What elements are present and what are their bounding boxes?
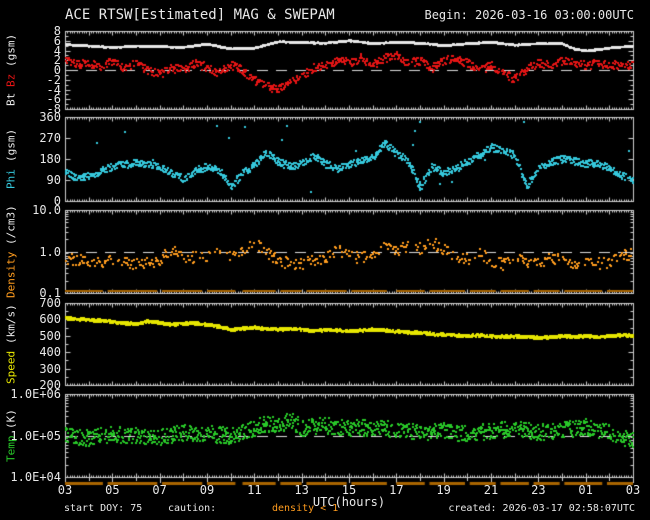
x-tick-label: 05 xyxy=(105,483,120,497)
y-tick-label: 1.0E+05 xyxy=(10,428,61,443)
begin-timestamp: Begin: 2026-03-16 03:00:00UTC xyxy=(424,8,634,22)
plot-canvas xyxy=(0,0,650,520)
x-tick-label: 19 xyxy=(436,483,451,497)
y-tick-label: 180 xyxy=(39,152,61,166)
x-tick-label: 03 xyxy=(625,483,641,497)
x-tick-label: 07 xyxy=(152,483,167,497)
x-tick-label: 15 xyxy=(341,483,357,497)
y-tick-label: 360 xyxy=(39,110,61,124)
y-tick-label: 600 xyxy=(39,312,61,327)
y-tick-label: 700 xyxy=(39,296,61,310)
x-tick-label: 23 xyxy=(531,483,546,497)
x-tick-label: 13 xyxy=(294,483,309,497)
x-tick-label: 01 xyxy=(578,483,593,497)
start-doy-label: start DOY: 75 xyxy=(64,503,143,514)
x-tick-label: 09 xyxy=(199,483,215,497)
x-tick-label: 17 xyxy=(389,483,404,497)
plot-title: ACE RTSW[Estimated] MAG & SWEPAM xyxy=(65,7,335,23)
x-tick-label: 21 xyxy=(483,483,499,497)
y-tick-label: 10.0 xyxy=(32,203,61,217)
y-axis-label-part: (K) xyxy=(4,409,18,429)
x-tick-label: 03 xyxy=(57,483,73,497)
y-tick-label: 1.0E+06 xyxy=(10,387,61,401)
y-tick-label: 1.0E+04 xyxy=(10,470,61,484)
y-tick-label: 500 xyxy=(39,328,61,343)
created-timestamp: created: 2026-03-17 02:58:07UTC xyxy=(448,503,635,514)
y-tick-label: 1.0 xyxy=(39,244,61,259)
y-tick-label: 90 xyxy=(46,173,61,187)
y-tick-label: 270 xyxy=(39,131,61,145)
caution-label: caution: xyxy=(168,503,217,514)
y-tick-label: 300 xyxy=(39,361,61,376)
x-tick-label: 11 xyxy=(247,483,262,497)
y-tick-label: 400 xyxy=(39,345,61,360)
caution-value: density < 1 xyxy=(272,503,339,514)
ace-rtsw-plot: ACE RTSW[Estimated] MAG & SWEPAM Begin: … xyxy=(0,0,650,520)
